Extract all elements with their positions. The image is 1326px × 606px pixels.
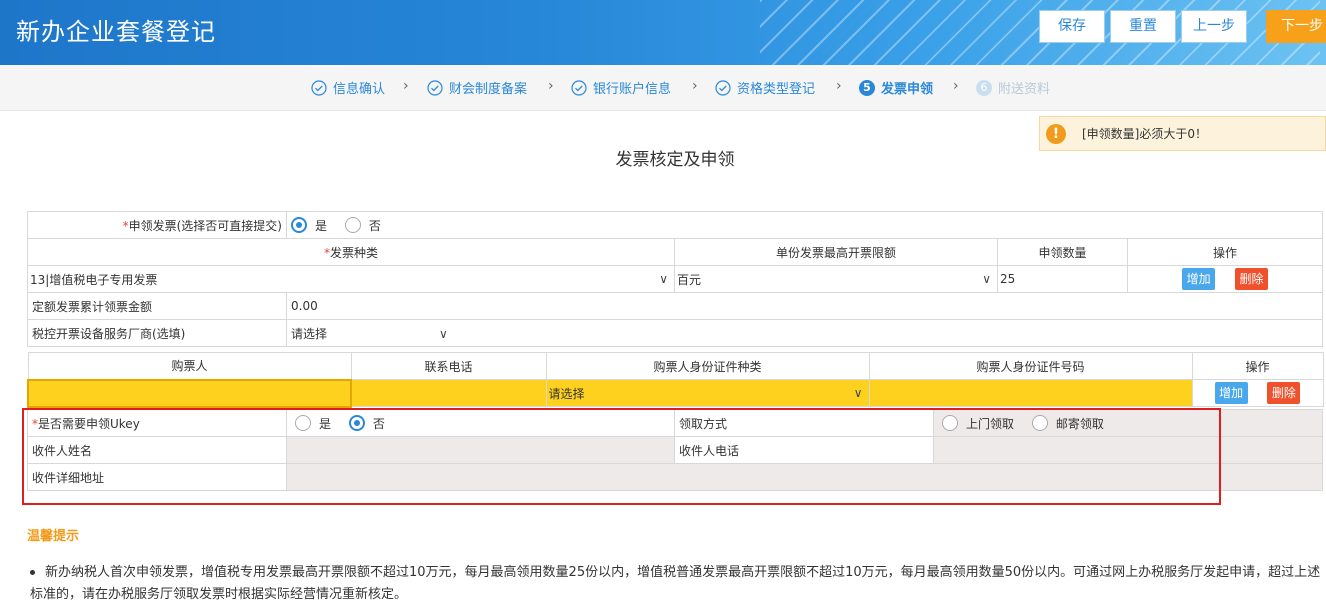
fixed-amount-value: 0.00 <box>285 292 1324 320</box>
quantity-input[interactable]: 25 <box>997 265 1128 293</box>
buyer-table: 购票人 联系电话 购票人身份证件种类 购票人身份证件号码 操作 请选择 ∨ 增加 … <box>27 352 1324 408</box>
step-bar: 信息确认 › 财会制度备案 › 银行账户信息 › 资格类型登记 › 5 发票申领… <box>0 65 1326 111</box>
next-step-button[interactable]: 下一步 <box>1266 10 1326 43</box>
buyer-phone-input[interactable] <box>350 379 547 407</box>
step-number: 6 <box>976 79 992 96</box>
tips-item: 新办纳税人首次申领发票，增值税专用发票最高开票限额不超过10万元，每月最高领用数… <box>30 565 1321 602</box>
pickup-radio-group: 上门领取 邮寄领取 <box>933 409 1323 437</box>
check-circle-icon <box>715 79 731 96</box>
invoice-row-actions: 增加 删除 <box>1126 265 1324 293</box>
step-accounting[interactable]: 财会制度备案 <box>427 78 527 97</box>
delete-invoice-button[interactable]: 删除 <box>1234 268 1268 290</box>
step-info-confirm[interactable]: 信息确认 <box>311 78 385 97</box>
buyer-id-no-input[interactable] <box>868 379 1193 407</box>
alert-text: [申领数量]必须大于0！ <box>1082 127 1207 141</box>
ukey-label: *是否需要申领Ukey <box>27 409 287 437</box>
vendor-select[interactable]: 请选择 ∨ <box>285 319 1324 347</box>
step-qualification[interactable]: 资格类型登记 <box>715 78 815 97</box>
step-number: 5 <box>859 79 875 96</box>
ukey-radio-group: 是 否 <box>286 409 675 437</box>
chevron-down-icon: ∨ <box>439 326 448 341</box>
chevron-right-icon: › <box>953 78 959 94</box>
check-circle-icon <box>311 79 327 96</box>
pickup-label: 领取方式 <box>674 409 934 437</box>
prev-step-button[interactable]: 上一步 <box>1181 10 1247 43</box>
check-circle-icon <box>427 79 443 96</box>
delete-buyer-button[interactable]: 删除 <box>1267 382 1301 404</box>
step-attachments[interactable]: 6 附送资料 <box>976 78 1050 97</box>
col-header-quantity: 申领数量 <box>997 238 1128 266</box>
col-header-max-limit: 单份发票最高开票限额 <box>674 238 998 266</box>
chevron-right-icon: › <box>403 78 409 94</box>
chevron-right-icon: › <box>692 78 698 94</box>
chevron-down-icon: ∨ <box>659 272 668 286</box>
save-button[interactable]: 保存 <box>1039 10 1105 43</box>
address-input[interactable] <box>286 463 1323 491</box>
header-bar: 新办企业套餐登记 保存 重置 上一步 下一步 <box>0 0 1326 65</box>
col-header-invoice-type: *发票种类 <box>27 238 675 266</box>
buyer-name-input[interactable] <box>27 378 352 408</box>
chevron-right-icon: › <box>836 78 842 94</box>
address-label: 收件详细地址 <box>27 463 287 491</box>
recipient-name-label: 收件人姓名 <box>27 436 287 464</box>
step-invoice-apply[interactable]: 5 发票申领 <box>859 78 933 97</box>
buyer-row-actions: 增加 删除 <box>1191 379 1324 407</box>
add-invoice-button[interactable]: 增加 <box>1182 268 1216 290</box>
apply-no-radio[interactable] <box>344 217 361 233</box>
reset-button[interactable]: 重置 <box>1110 10 1176 43</box>
ukey-yes-radio[interactable] <box>295 415 311 431</box>
ukey-table: *是否需要申领Ukey 是 否 领取方式 上门领取 邮寄领取 收件人姓名 收件人… <box>27 409 1323 491</box>
buyer-id-type-select[interactable]: 请选择 ∨ <box>545 379 870 407</box>
page-header-title: 新办企业套餐登记 <box>16 18 216 46</box>
apply-yes-radio[interactable] <box>291 217 307 233</box>
chevron-down-icon: ∨ <box>982 272 991 286</box>
col-header-id-no: 购票人身份证件号码 <box>868 352 1193 380</box>
invoice-table: *申领发票(选择否可直接提交) 是 否 *发票种类 单份发票最高开票限额 申领数… <box>27 211 1324 347</box>
recipient-name-input[interactable] <box>286 436 675 464</box>
pickup-mail-radio[interactable] <box>1031 415 1048 431</box>
ukey-no-radio[interactable] <box>348 415 365 431</box>
limit-select[interactable]: 百元 ∨ <box>674 265 998 293</box>
pickup-onsite-radio[interactable] <box>942 415 958 431</box>
col-header-id-type: 购票人身份证件种类 <box>545 352 870 380</box>
chevron-down-icon: ∨ <box>853 386 863 400</box>
chevron-right-icon: › <box>548 78 554 94</box>
apply-invoice-label: *申领发票(选择否可直接提交) <box>27 211 287 239</box>
page-title: 发票核定及申领 <box>615 150 735 170</box>
add-buyer-button[interactable]: 增加 <box>1214 382 1248 404</box>
vendor-label: 税控开票设备服务厂商(选填) <box>27 319 287 347</box>
col-header-ops: 操作 <box>1126 238 1324 266</box>
apply-invoice-radio-group: 是 否 <box>285 211 1324 239</box>
bullet-icon <box>30 570 35 575</box>
check-circle-icon <box>571 79 587 96</box>
fixed-amount-label: 定额发票累计领票金额 <box>27 292 287 320</box>
col-header-phone: 联系电话 <box>350 352 547 380</box>
col-header-buyer-ops: 操作 <box>1191 352 1324 380</box>
col-header-buyer: 购票人 <box>27 352 352 380</box>
step-bank-account[interactable]: 银行账户信息 <box>571 78 671 97</box>
recipient-phone-input[interactable] <box>933 436 1323 464</box>
recipient-phone-label: 收件人电话 <box>674 436 934 464</box>
tips-title: 温馨提示 <box>27 529 80 544</box>
invoice-type-select[interactable]: 13|增值税电子专用发票 ∨ <box>27 265 675 293</box>
warning-icon: ! <box>1046 123 1066 144</box>
